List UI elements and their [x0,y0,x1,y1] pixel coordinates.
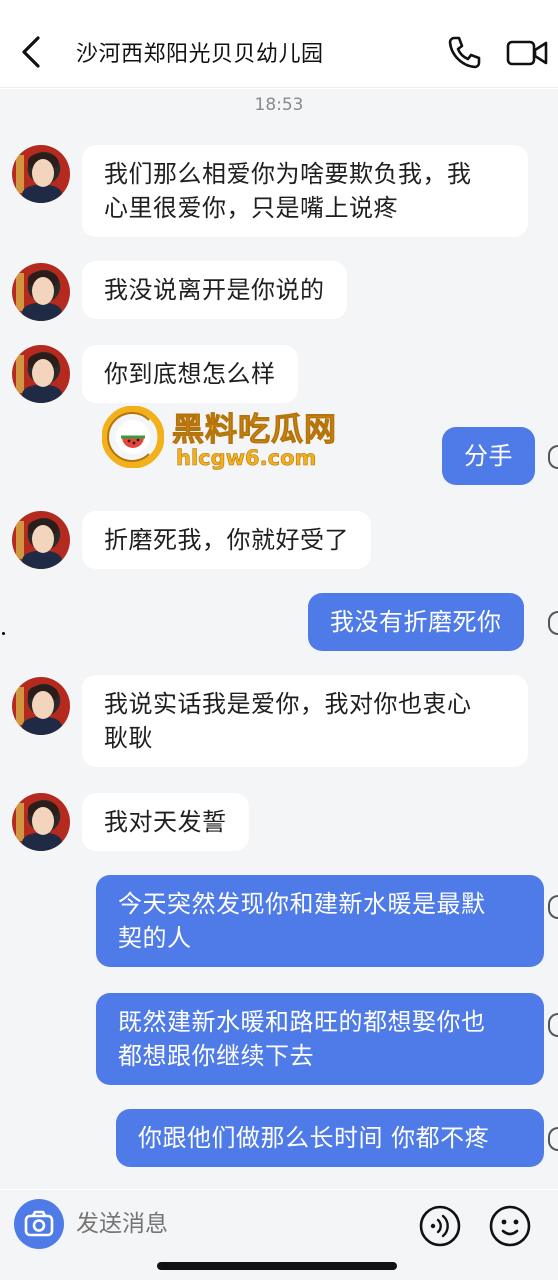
camera-icon [24,1210,54,1237]
incoming-message[interactable]: 我说实话我是爱你，我对你也衷心 耿耿 [82,675,528,767]
message-text: 我没说离开是你说的 [104,276,325,304]
contact-avatar[interactable] [12,145,70,203]
emoji-icon [489,1205,531,1247]
video-call-button[interactable] [506,38,548,68]
watermark-title: 黑料吃瓜网 [171,410,338,449]
outgoing-message[interactable]: 既然建新水暖和路旺的都想娶你也 都想跟你继续下去 [96,993,544,1085]
status-indicator-icon [548,1127,558,1151]
incoming-message[interactable]: 折磨死我，你就好受了 [82,511,371,569]
message-text-line: 都想跟你继续下去 [118,1042,314,1070]
message-text: 折磨死我，你就好受了 [104,526,349,554]
watermark: 黑料吃瓜网 hlcgw6.com [102,404,342,474]
message-text-line: 契的人 [118,924,192,952]
camera-button[interactable] [14,1199,64,1249]
emoji-button[interactable] [488,1204,532,1248]
status-indicator-icon [548,445,558,469]
message-text: 我没有折磨死你 [330,608,502,636]
message-list[interactable]: 18:53 我们那么相爱你为啥要欺负我，我 心里很爱你，只是嘴上说疼 我没说离开… [0,89,558,1189]
video-icon [506,40,548,66]
incoming-message[interactable]: 我对天发誓 [82,793,249,851]
outgoing-message[interactable]: 我没有折磨死你 [308,593,524,651]
watermark-url: hlcgw6.com [176,446,317,471]
contact-avatar[interactable] [12,793,70,851]
voice-call-button[interactable] [446,34,482,70]
message-text: 你到底想怎么样 [104,360,276,388]
outgoing-message[interactable]: 你跟他们做那么长时间 你都不疼 [116,1109,544,1167]
message-text: 分手 [464,442,513,470]
message-input[interactable] [76,1204,376,1244]
voice-icon [419,1205,461,1247]
contact-avatar[interactable] [12,263,70,321]
watermelon-logo-icon [102,406,164,468]
message-timestamp: 18:53 [254,95,304,115]
message-text-line: 我说实话我是爱你，我对你也衷心 [104,690,472,718]
status-indicator-icon [548,1013,558,1037]
incoming-message[interactable]: 你到底想怎么样 [82,345,298,403]
contact-avatar[interactable] [12,511,70,569]
voice-message-button[interactable] [418,1204,462,1248]
incoming-message[interactable]: 我们那么相爱你为啥要欺负我，我 心里很爱你，只是嘴上说疼 [82,145,528,237]
status-indicator-icon [548,895,558,919]
message-text: 我对天发誓 [104,808,227,836]
message-text-line: 我们那么相爱你为啥要欺负我，我 [104,160,472,188]
incoming-message[interactable]: 我没说离开是你说的 [82,261,347,319]
message-text-line: 今天突然发现你和建新水暖是最默 [118,890,486,918]
message-text-line: 既然建新水暖和路旺的都想娶你也 [118,1008,486,1036]
outgoing-message[interactable]: 分手 [442,427,535,485]
back-button[interactable] [16,30,50,74]
stray-dot [2,632,5,635]
status-indicator-icon [548,611,558,635]
contact-avatar[interactable] [12,677,70,735]
message-text-line: 心里很爱你，只是嘴上说疼 [104,194,398,222]
chat-header: 沙河西郑阳光贝贝幼儿园 [0,0,558,88]
outgoing-message[interactable]: 今天突然发现你和建新水暖是最默 契的人 [96,875,544,967]
message-text: 你跟他们做那么长时间 你都不疼 [138,1124,490,1152]
chevron-left-icon [22,36,40,68]
chat-title: 沙河西郑阳光贝贝幼儿园 [76,42,324,67]
phone-icon [448,36,481,69]
contact-avatar[interactable] [12,345,70,403]
home-indicator[interactable] [157,1262,397,1270]
message-text-line: 耿耿 [104,724,153,752]
